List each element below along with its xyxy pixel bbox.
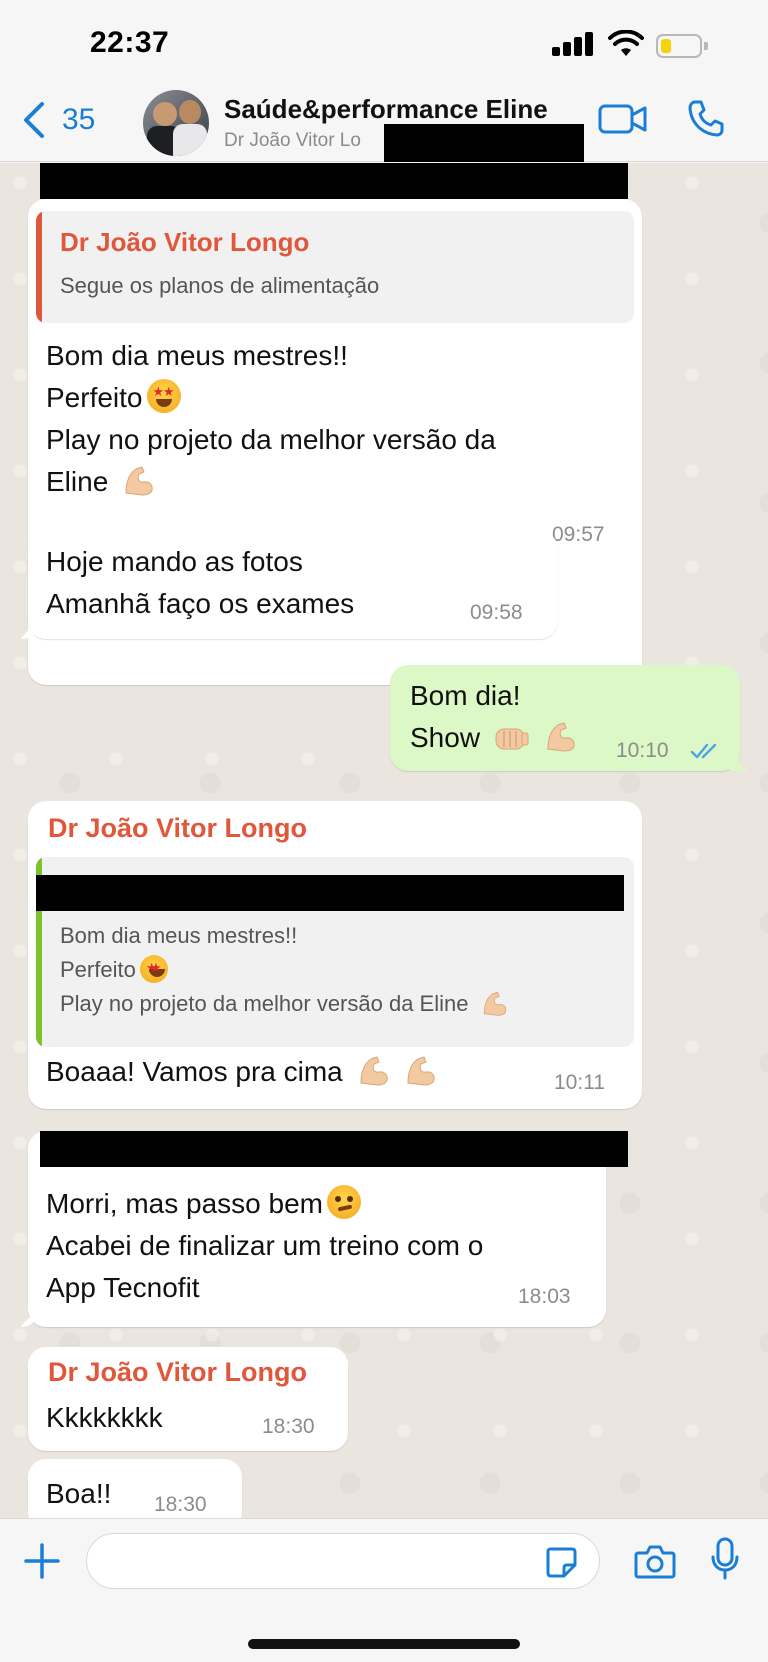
wifi-icon	[608, 30, 644, 56]
message-text: Morri, mas passo bem	[46, 1188, 323, 1219]
message-timestamp: 09:57	[552, 523, 605, 546]
message-input[interactable]	[86, 1533, 600, 1589]
message-bubble-outgoing[interactable]: Bom dia! Show 10:10	[390, 665, 740, 771]
chat-area[interactable]: Dr João Vitor Longo Segue os planos de a…	[0, 163, 768, 1518]
quote-text: Play no projeto da melhor versão da Elin…	[60, 991, 469, 1016]
quote-accent-bar	[36, 211, 42, 323]
fist-bump-emoji-icon	[495, 728, 529, 750]
message-text: Perfeito	[46, 382, 143, 413]
back-button[interactable]: 35	[20, 98, 95, 142]
woozy-face-emoji-icon	[326, 1185, 361, 1219]
message-text: Eline	[46, 466, 109, 497]
message-text: Boa!!	[46, 1478, 112, 1509]
message-text: Play no projeto da melhor versão da	[46, 424, 496, 455]
star-struck-emoji-icon	[146, 379, 181, 413]
redaction-box	[36, 875, 624, 911]
quote-text-line: Play no projeto da melhor versão da Elin…	[60, 987, 509, 1021]
flexed-biceps-emoji-icon	[407, 1056, 435, 1086]
quoted-message[interactable]: Bom dia meus mestres!! Perfeito Play no …	[36, 857, 634, 1047]
plus-icon[interactable]	[22, 1541, 62, 1581]
camera-icon[interactable]	[634, 1543, 676, 1579]
chat-subtitle: Dr João Vitor Lo	[224, 130, 361, 151]
message-text: Amanhã faço os exames	[46, 588, 355, 619]
message-text: App Tecnofit	[46, 1272, 200, 1303]
message-bubble-incoming[interactable]: Dr João Vitor Longo Bom dia meus mestres…	[28, 801, 642, 1109]
redaction-box	[40, 1131, 628, 1167]
message-timestamp: 10:11	[554, 1071, 605, 1094]
message-text: Acabei de finalizar um treino com o	[46, 1230, 484, 1261]
group-avatar[interactable]	[143, 90, 209, 156]
redaction-box	[40, 163, 628, 199]
message-text: Bom dia!	[410, 680, 521, 711]
phone-icon[interactable]	[686, 98, 726, 138]
flexed-biceps-emoji-icon	[125, 466, 153, 496]
flexed-biceps-emoji-icon	[483, 991, 506, 1016]
message-text: Bom dia meus mestres!!	[46, 340, 348, 371]
signal-icon	[552, 32, 596, 56]
star-struck-emoji-icon	[139, 955, 168, 983]
message-bubble-incoming[interactable]: Dr João Vitor Longo Kkkkkkkk 18:30	[28, 1347, 348, 1451]
message-text-line: Boaaa! Vamos pra cima	[46, 1051, 438, 1093]
quoted-message[interactable]: Dr João Vitor Longo Segue os planos de a…	[36, 211, 634, 323]
quote-text: Segue os planos de alimentação	[60, 273, 380, 298]
battery-icon	[656, 34, 708, 58]
sender-name: Dr João Vitor Longo	[48, 1357, 308, 1387]
message-text: Boaaa! Vamos pra cima	[46, 1056, 343, 1087]
compose-bar	[0, 1518, 768, 1662]
message-text: Show	[410, 722, 481, 753]
quote-text-line: Perfeito	[60, 953, 168, 987]
message-timestamp: 09:58	[470, 601, 523, 624]
redaction-box	[384, 124, 584, 162]
read-receipt-icon	[690, 743, 717, 759]
chat-header: 35 Saúde&performance Eline Dr João Vitor…	[0, 90, 768, 162]
quote-text: Bom dia meus mestres!!	[60, 923, 298, 948]
message-bubble-incoming[interactable]: Hoje mando as fotos Amanhã faço os exame…	[28, 531, 558, 639]
message-text: Kkkkkkkk	[46, 1402, 163, 1433]
microphone-icon[interactable]	[710, 1537, 740, 1581]
quote-text: Perfeito	[60, 957, 136, 982]
message-text-line: Perfeito	[46, 377, 181, 419]
message-text: Hoje mando as fotos	[46, 546, 303, 577]
message-text-line: Morri, mas passo bem	[46, 1183, 361, 1225]
message-timestamp: 10:10	[616, 739, 669, 762]
home-indicator[interactable]	[248, 1639, 520, 1649]
flexed-biceps-emoji-icon	[547, 722, 575, 752]
chevron-left-icon	[24, 102, 44, 138]
status-time: 22:37	[90, 26, 170, 59]
unread-count: 35	[62, 103, 96, 136]
message-text-line: Show	[410, 717, 578, 759]
chat-title[interactable]: Saúde&performance Eline	[224, 94, 548, 125]
message-timestamp: 18:03	[518, 1285, 571, 1308]
status-bar: 22:37	[0, 0, 768, 90]
sticker-icon[interactable]	[544, 1545, 578, 1579]
message-bubble-incoming[interactable]: Boa!! 18:30	[28, 1459, 242, 1518]
flexed-biceps-emoji-icon	[360, 1056, 388, 1086]
message-timestamp: 18:30	[154, 1493, 207, 1516]
message-text-line: Eline	[46, 461, 156, 503]
message-timestamp: 18:30	[262, 1415, 315, 1438]
video-camera-icon[interactable]	[598, 102, 648, 136]
sender-name: Dr João Vitor Longo	[48, 813, 308, 843]
quote-sender-name: Dr João Vitor Longo	[60, 227, 310, 257]
